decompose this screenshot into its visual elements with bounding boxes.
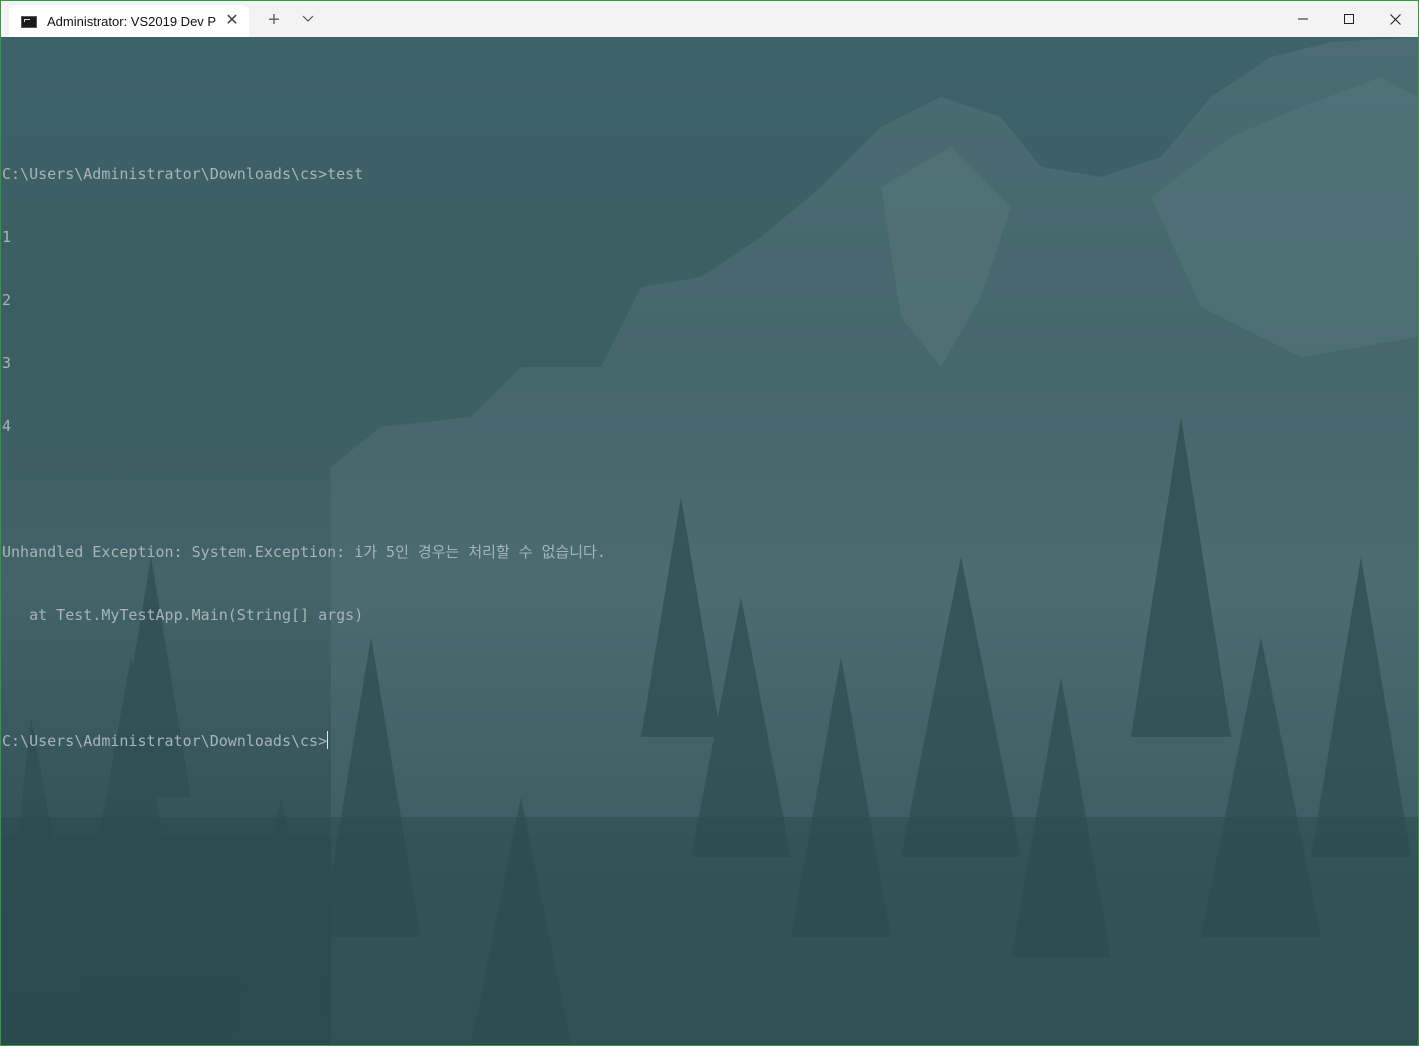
terminal-line: 3 — [2, 354, 12, 372]
tab-close-icon[interactable]: ✕ — [223, 12, 241, 30]
chevron-down-icon — [302, 15, 314, 22]
terminal-window: Administrator: VS2019 Dev Prc ✕ + C:\Use… — [0, 0, 1419, 1046]
title-bar[interactable]: Administrator: VS2019 Dev Prc ✕ + — [1, 1, 1418, 37]
terminal-output: C:\Users\Administrator\Downloads\cs>test… — [2, 59, 606, 794]
console-icon — [21, 16, 37, 28]
prompt-text: C:\Users\Administrator\Downloads\cs> — [2, 732, 328, 750]
prompt-line[interactable]: C:\Users\Administrator\Downloads\cs> — [2, 731, 606, 752]
terminal-line: 4 — [2, 417, 12, 435]
text-cursor — [327, 731, 329, 749]
stack-trace-line: at Test.MyTestApp.Main(String[] args) — [2, 606, 364, 624]
minimize-button[interactable] — [1280, 1, 1326, 37]
terminal-line: 2 — [2, 291, 12, 309]
minimize-icon — [1298, 18, 1308, 20]
maximize-icon — [1344, 14, 1354, 24]
new-tab-button[interactable]: + — [263, 9, 285, 31]
exception-line: Unhandled Exception: System.Exception: i… — [2, 543, 606, 561]
tab-dropdown-button[interactable] — [297, 9, 319, 31]
tab-title: Administrator: VS2019 Dev Prc — [47, 14, 217, 29]
tab-active[interactable]: Administrator: VS2019 Dev Prc ✕ — [9, 5, 249, 37]
terminal-line: 1 — [2, 228, 12, 246]
command-line: C:\Users\Administrator\Downloads\cs>test — [2, 165, 364, 183]
close-window-button[interactable] — [1372, 1, 1418, 37]
close-icon — [1389, 13, 1401, 25]
terminal-pane[interactable]: C:\Users\Administrator\Downloads\cs>test… — [1, 37, 1418, 1045]
maximize-button[interactable] — [1326, 1, 1372, 37]
